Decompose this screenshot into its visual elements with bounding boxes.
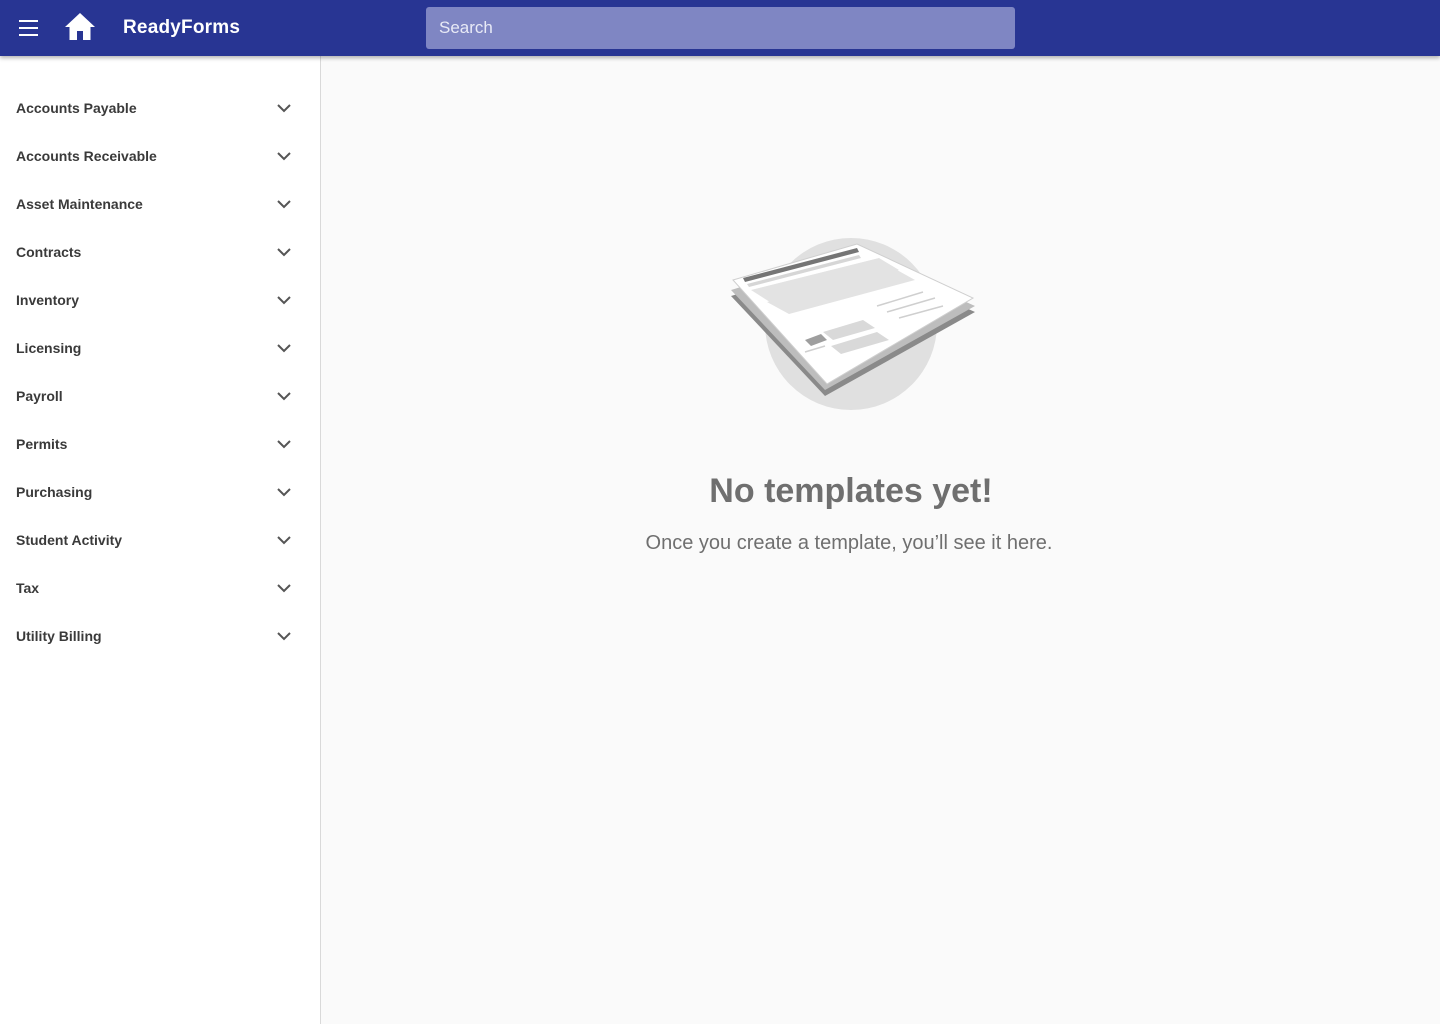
sidebar-item-label: Permits xyxy=(16,436,68,452)
home-icon[interactable] xyxy=(62,10,98,44)
sidebar-item-label: Student Activity xyxy=(16,532,123,548)
sidebar-item-label: Asset Maintenance xyxy=(16,196,143,212)
chevron-down-icon[interactable] xyxy=(275,438,293,450)
sidebar-item-label: Accounts Receivable xyxy=(16,148,157,164)
empty-state-subtitle: Once you create a template, you’ll see i… xyxy=(645,532,1053,554)
sidebar-item-label: Utility Billing xyxy=(16,628,102,644)
main-content: No templates yet! Once you create a temp… xyxy=(321,56,1440,1024)
sidebar-item-asset-maintenance[interactable]: Asset Maintenance xyxy=(0,179,320,227)
chevron-down-icon[interactable] xyxy=(275,150,293,162)
top-app-bar: ReadyForms xyxy=(0,0,1440,56)
chevron-down-icon[interactable] xyxy=(275,390,293,402)
chevron-down-icon[interactable] xyxy=(275,630,293,642)
sidebar-item-label: Tax xyxy=(16,580,40,596)
empty-document-illustration xyxy=(731,238,975,410)
chevron-down-icon[interactable] xyxy=(275,486,293,498)
sidebar-item-tax[interactable]: Tax xyxy=(0,563,320,611)
sidebar-item-permits[interactable]: Permits xyxy=(0,419,320,467)
chevron-down-icon[interactable] xyxy=(275,342,293,354)
chevron-down-icon[interactable] xyxy=(275,294,293,306)
sidebar-item-student-activity[interactable]: Student Activity xyxy=(0,515,320,563)
app-title[interactable]: ReadyForms xyxy=(123,17,240,39)
sidebar: Accounts Payable Accounts Receivable Ass… xyxy=(0,56,321,1024)
chevron-down-icon[interactable] xyxy=(275,582,293,594)
sidebar-item-label: Accounts Payable xyxy=(16,100,137,116)
sidebar-item-label: Purchasing xyxy=(16,484,93,500)
sidebar-item-payroll[interactable]: Payroll xyxy=(0,371,320,419)
empty-state-title: No templates yet! xyxy=(709,472,993,510)
sidebar-item-licensing[interactable]: Licensing xyxy=(0,323,320,371)
sidebar-item-inventory[interactable]: Inventory xyxy=(0,275,320,323)
sidebar-item-utility-billing[interactable]: Utility Billing xyxy=(0,611,320,659)
sidebar-item-label: Inventory xyxy=(16,292,80,308)
sidebar-item-purchasing[interactable]: Purchasing xyxy=(0,467,320,515)
sidebar-item-accounts-payable[interactable]: Accounts Payable xyxy=(0,83,320,131)
chevron-down-icon[interactable] xyxy=(275,102,293,114)
hamburger-menu-icon[interactable] xyxy=(14,14,44,42)
sidebar-item-label: Contracts xyxy=(16,244,82,260)
chevron-down-icon[interactable] xyxy=(275,246,293,258)
sidebar-item-accounts-receivable[interactable]: Accounts Receivable xyxy=(0,131,320,179)
sidebar-item-label: Payroll xyxy=(16,388,63,404)
chevron-down-icon[interactable] xyxy=(275,198,293,210)
search-input[interactable] xyxy=(426,7,1015,49)
chevron-down-icon[interactable] xyxy=(275,534,293,546)
sidebar-item-contracts[interactable]: Contracts xyxy=(0,227,320,275)
sidebar-item-label: Licensing xyxy=(16,340,82,356)
